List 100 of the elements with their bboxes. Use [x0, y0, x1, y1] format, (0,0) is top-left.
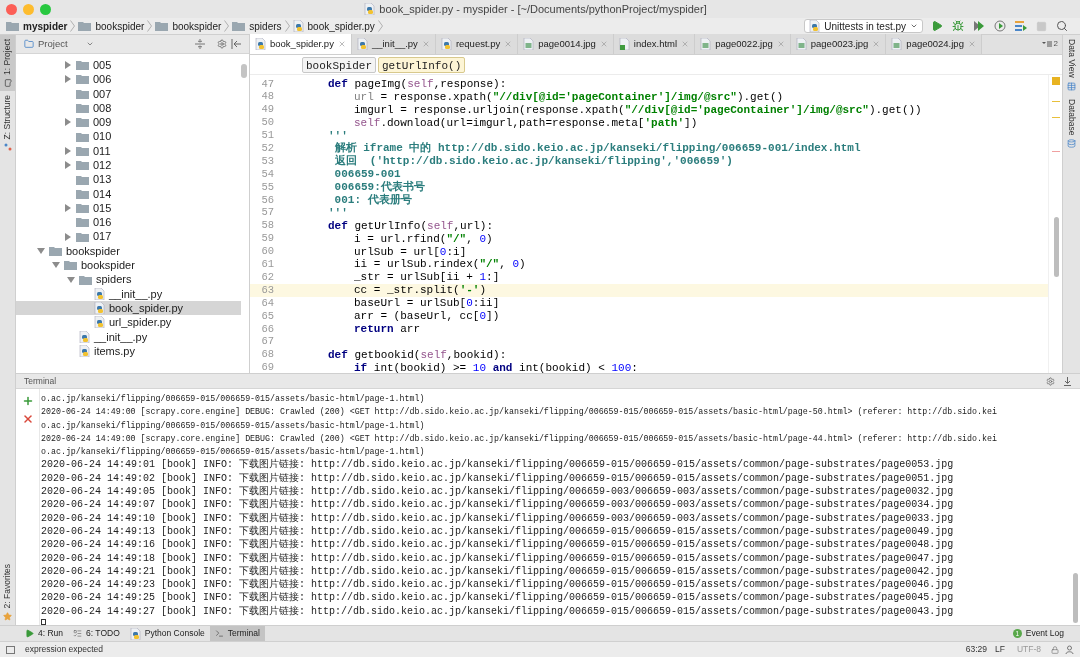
tree-item[interactable]: book_spider.py	[16, 301, 241, 316]
tree-item[interactable]: 017	[16, 229, 241, 244]
run-icon[interactable]	[931, 20, 943, 32]
close-icon[interactable]	[681, 40, 690, 48]
breadcrumb[interactable]: myspider	[6, 18, 68, 34]
run-configuration-dropdown[interactable]: Unittests in test.py	[804, 19, 923, 33]
close-session-icon[interactable]	[21, 413, 34, 425]
breadcrumb[interactable]: spiders	[232, 18, 282, 34]
settings-icon[interactable]	[1046, 376, 1055, 386]
collapse-all-icon[interactable]	[195, 39, 205, 49]
tree-item[interactable]: spiders	[16, 272, 241, 287]
editor-tab[interactable]: __init__.py	[351, 34, 436, 54]
coverage-icon[interactable]	[973, 20, 985, 32]
concurrency-icon[interactable]	[1015, 20, 1027, 32]
inspector-icon[interactable]	[1065, 645, 1074, 654]
profile-icon[interactable]	[994, 20, 1006, 32]
tool-window-tab[interactable]: 4: Run	[20, 625, 69, 642]
breadcrumb[interactable]: book_spider.py	[292, 18, 375, 34]
tree-item[interactable]: bookspider	[16, 243, 241, 259]
python-file-icon	[79, 345, 90, 358]
tool-window-tab[interactable]: 6: TODO	[68, 625, 125, 642]
tree-item[interactable]: __init__.py	[16, 329, 241, 344]
close-icon[interactable]	[421, 40, 430, 48]
editor-tab[interactable]: page0023.jpg	[790, 34, 887, 54]
hide-panel-icon[interactable]	[1063, 376, 1072, 386]
tree-item[interactable]: __init__.py	[16, 286, 241, 302]
folder-icon	[76, 145, 89, 156]
close-icon[interactable]	[872, 40, 881, 48]
tool-window-tab[interactable]: 2: Favorites	[0, 559, 15, 625]
code-breadcrumb[interactable]: getUrlInfo()	[378, 56, 466, 73]
tree-item[interactable]: 006	[16, 72, 241, 87]
collapsed-arrow-icon[interactable]	[64, 118, 72, 127]
toggle-tool-buttons-icon[interactable]	[6, 645, 15, 654]
caret-position[interactable]: 63:29	[965, 643, 987, 656]
editor-tab[interactable]: book_spider.py	[250, 34, 352, 54]
folder-icon	[76, 217, 89, 228]
lock-icon[interactable]	[1051, 645, 1059, 654]
tool-window-tab[interactable]: Data View	[1063, 35, 1080, 95]
tool-window-tab[interactable]: Python Console	[124, 625, 210, 642]
terminal-line: o.ac.jp/kanseki/flipping/006659-015/006659-015/assets/basic-html/page-1.html)	[41, 393, 426, 405]
collapsed-arrow-icon[interactable]	[64, 204, 72, 213]
scrollbar[interactable]	[1054, 217, 1059, 277]
scrollbar[interactable]	[1073, 573, 1078, 623]
terminal-line: 2020-06-24 14:49:05 [book] INFO: 下载图片链接: http://db.sido.keio.ac.jp/kanseki/flipping/006659-003/006659-003/assets/common/page-substrates/page0032.jpg	[41, 485, 955, 498]
close-icon[interactable]	[967, 40, 976, 48]
editor-tab[interactable]: request.py	[435, 34, 519, 54]
breadcrumb[interactable]: bookspider	[155, 18, 222, 34]
tool-window-tab[interactable]: 1: Project	[0, 35, 15, 91]
tree-item[interactable]: bookspider	[16, 258, 241, 273]
close-icon[interactable]	[337, 40, 346, 48]
tree-item[interactable]: 016	[16, 215, 241, 230]
folder-icon	[76, 60, 89, 71]
folder-icon	[76, 174, 89, 185]
tree-item[interactable]: 011	[16, 143, 241, 159]
close-icon[interactable]	[504, 40, 513, 48]
search-icon[interactable]	[1056, 20, 1068, 32]
tool-window-tab[interactable]: Database	[1063, 94, 1080, 152]
editor-tab[interactable]: page0014.jpg	[518, 34, 614, 54]
tab-list-icon	[1041, 41, 1052, 47]
terminal-line: 2020-06-24 14:49:16 [book] INFO: 下载图片链接: http://db.sido.keio.ac.jp/kanseki/flipping/006659-015/006659-015/assets/common/page-substrates/page0048.jpg	[41, 538, 955, 552]
breadcrumb[interactable]: bookspider	[78, 18, 145, 34]
zoom-window-button[interactable]	[40, 3, 51, 15]
editor-tab[interactable]: page0022.jpg	[695, 34, 791, 54]
line-separator-selector[interactable]: LF	[995, 643, 1005, 656]
line-number: 54	[260, 166, 274, 182]
editor-tab[interactable]: page0024.jpg	[886, 34, 982, 54]
event-log-button[interactable]: Event Log	[1021, 627, 1068, 640]
close-window-button[interactable]	[6, 3, 17, 15]
tree-item[interactable]: 015	[16, 200, 241, 216]
settings-icon[interactable]	[217, 39, 227, 49]
tree-item[interactable]: items.py	[16, 343, 241, 359]
folder-icon	[6, 21, 19, 31]
new-session-icon[interactable]	[21, 395, 34, 407]
scrollbar[interactable]	[241, 64, 247, 78]
debug-icon[interactable]	[952, 20, 964, 32]
collapsed-arrow-icon[interactable]	[64, 232, 72, 241]
tree-item[interactable]: 009	[16, 115, 241, 130]
run-icon	[25, 629, 34, 638]
tool-window-tab[interactable]: Z: Structure	[0, 90, 15, 156]
tree-item[interactable]: 008	[16, 100, 241, 116]
hidden-tabs-button[interactable]: 2	[1041, 34, 1062, 54]
code-line: imgurl = response.urljoin(response.xpath("//div[@id='pageContainer']/img/@src").get())	[354, 103, 922, 117]
chevron-icon	[377, 20, 383, 32]
editor-tab[interactable]: index.html	[613, 34, 696, 54]
code-breadcrumb[interactable]: bookSpider	[302, 56, 376, 73]
status-message: expression expected	[25, 643, 103, 656]
code-line: 006659:代表书号	[333, 181, 425, 194]
tree-item[interactable]: 007	[16, 86, 241, 101]
tree-item[interactable]: 005	[16, 58, 241, 73]
tree-item[interactable]: 013	[16, 172, 241, 187]
tool-window-tab[interactable]: Terminal	[209, 625, 265, 642]
close-icon[interactable]	[599, 40, 608, 48]
tree-item[interactable]: 010	[16, 129, 241, 144]
close-icon[interactable]	[776, 40, 785, 48]
tree-item[interactable]: url_spider.py	[16, 315, 241, 330]
code-line: self.download(url=imgurl,path=response.meta['path'])	[354, 116, 698, 130]
tree-item[interactable]: 012	[16, 158, 241, 173]
tree-item[interactable]: 014	[16, 186, 241, 201]
hide-panel-icon[interactable]	[231, 39, 241, 49]
python-file-icon	[255, 38, 266, 50]
